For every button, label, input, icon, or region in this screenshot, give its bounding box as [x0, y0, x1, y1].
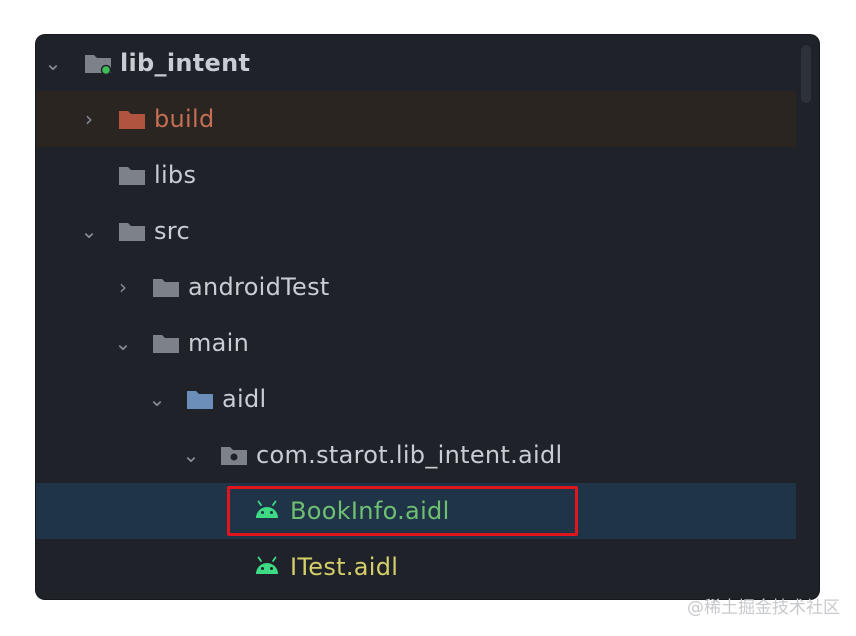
- chevron-right-icon[interactable]: ›: [112, 276, 134, 298]
- chevron-down-icon[interactable]: ⌄: [78, 220, 100, 242]
- tree-row-aidl[interactable]: ⌄ aidl: [36, 371, 796, 427]
- tree-row-itest-aidl[interactable]: ITest.aidl: [36, 539, 796, 595]
- android-icon: [256, 556, 278, 574]
- chevron-down-icon[interactable]: ⌄: [146, 388, 168, 410]
- tree-row-libs[interactable]: libs: [36, 147, 796, 203]
- chevron-right-icon[interactable]: ›: [78, 108, 100, 130]
- tree-row-lib-intent[interactable]: ⌄ lib_intent: [36, 35, 796, 91]
- chevron-down-icon[interactable]: ⌄: [42, 52, 64, 74]
- tree-row-label: build: [154, 105, 215, 133]
- tree-row-main[interactable]: ⌄ main: [36, 315, 796, 371]
- chevron-down-icon[interactable]: ⌄: [180, 444, 202, 466]
- folder-icon: [153, 335, 179, 353]
- tree-row-label: aidl: [222, 385, 267, 413]
- chevron-down-icon[interactable]: ⌄: [112, 332, 134, 354]
- watermark: @稀土掘金技术社区: [687, 598, 840, 618]
- tree-row-package[interactable]: ⌄ com.starot.lib_intent.aidl: [36, 427, 796, 483]
- tree-row-label: androidTest: [188, 273, 330, 301]
- scrollbar[interactable]: [801, 45, 811, 103]
- tree-row-label: ITest.aidl: [290, 553, 399, 581]
- tree-row-label: lib_intent: [120, 49, 251, 77]
- package-icon: [221, 447, 247, 465]
- excluded-folder-icon: [119, 111, 145, 129]
- source-folder-icon: [187, 391, 213, 409]
- tree-row-label: libs: [154, 161, 197, 189]
- tree-row-src[interactable]: ⌄ src: [36, 203, 796, 259]
- folder-icon: [119, 223, 145, 241]
- tree-row-label: com.starot.lib_intent.aidl: [256, 441, 563, 469]
- folder-icon: [153, 279, 179, 297]
- tree-row-build[interactable]: › build: [36, 91, 796, 147]
- module-folder-icon: [85, 55, 112, 74]
- tree-row-android-test[interactable]: › androidTest: [36, 259, 796, 315]
- folder-icon: [119, 167, 145, 185]
- highlight-box: [227, 486, 578, 536]
- tree-row-label: main: [188, 329, 250, 357]
- tree-row-label: src: [154, 217, 190, 245]
